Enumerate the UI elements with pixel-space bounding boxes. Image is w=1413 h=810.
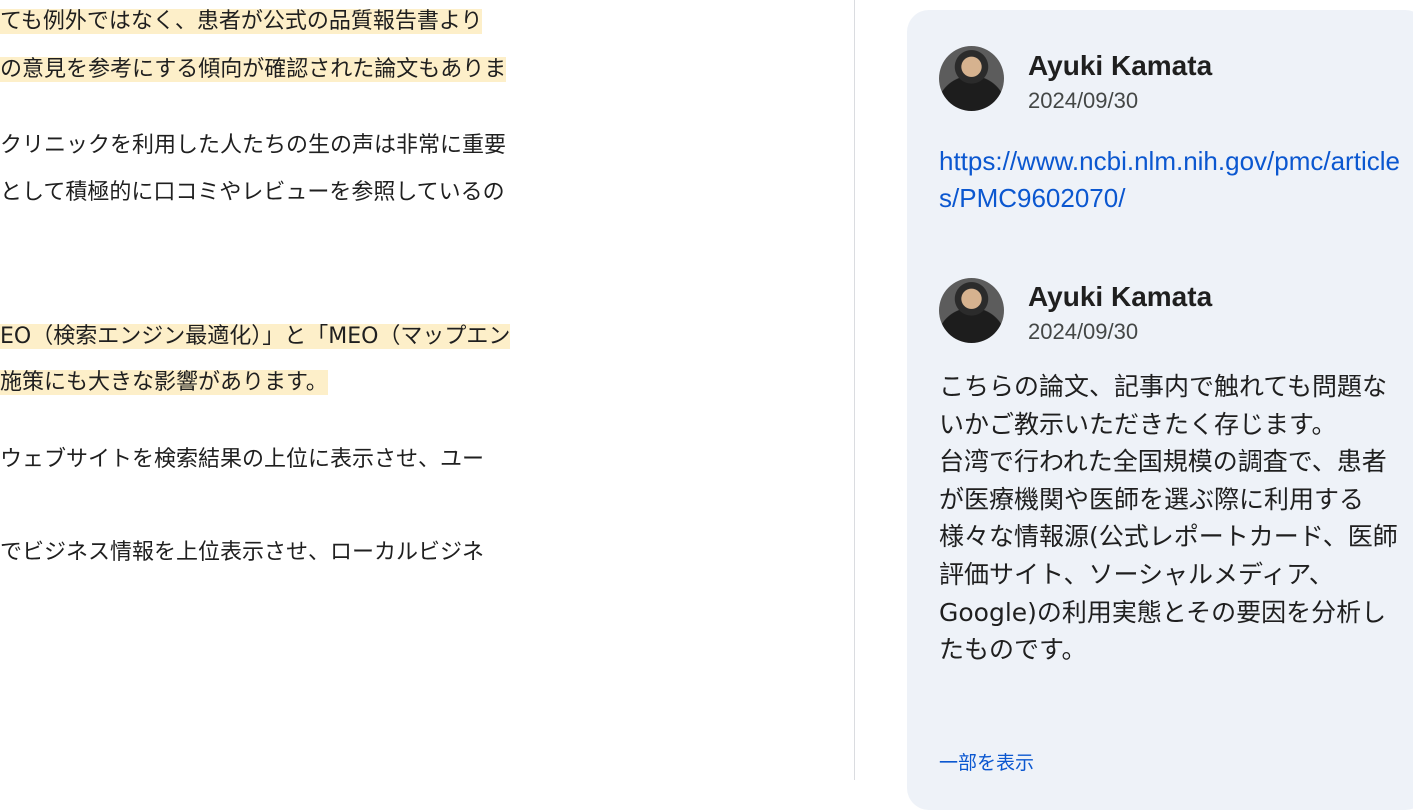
doc-line-text: として積極的に口コミやレビューを参照しているの <box>0 180 505 205</box>
doc-line-text: の意見を参考にする傾向が確認された論文もありま <box>0 57 507 82</box>
avatar <box>939 46 1004 111</box>
doc-line[interactable]: EO（検索エンジン最適化）」と「MEO（マップエン <box>0 319 511 355</box>
doc-line[interactable]: の意見を参考にする傾向が確認された論文もありま <box>0 52 507 88</box>
show-more-link[interactable]: 一部を表示 <box>939 748 1034 775</box>
document-page[interactable]: ても例外ではなく、患者が公式の品質報告書より の意見を参考にする傾向が確認された… <box>0 0 856 780</box>
doc-line[interactable]: ても例外ではなく、患者が公式の品質報告書より <box>0 4 483 40</box>
comments-panel: Ayuki Kamata 2024/09/30 https://www.ncbi… <box>855 0 1413 810</box>
comment-date: 2024/09/30 <box>1028 319 1139 344</box>
avatar <box>939 278 1004 343</box>
comment-link[interactable]: https://www.ncbi.nlm.nih.gov/pmc/article… <box>939 143 1409 217</box>
comment-author: Ayuki Kamata <box>1028 281 1213 312</box>
doc-line[interactable]: でビジネス情報を上位表示させ、ローカルビジネ <box>0 535 484 571</box>
doc-line[interactable]: として積極的に口コミやレビューを参照しているの <box>0 175 505 211</box>
doc-line-text: でビジネス情報を上位表示させ、ローカルビジネ <box>0 540 485 565</box>
doc-line-text: ても例外ではなく、患者が公式の品質報告書より <box>0 9 483 34</box>
comment-date: 2024/09/30 <box>1028 88 1139 113</box>
comment-author: Ayuki Kamata <box>1028 50 1213 81</box>
doc-line-text: クリニックを利用した人たちの生の声は非常に重要 <box>0 133 507 158</box>
doc-line[interactable]: ウェブサイトを検索結果の上位に表示させ、ユー <box>0 442 484 478</box>
doc-line[interactable]: 施策にも大きな影響があります。 <box>0 365 328 401</box>
comment-body: こちらの論文、記事内で触れても問題ないかご教示いただきたく存じます。 台湾で行わ… <box>939 372 1398 665</box>
doc-line-text: 施策にも大きな影響があります。 <box>0 370 328 395</box>
doc-line-text: ウェブサイトを検索結果の上位に表示させ、ユー <box>0 447 485 472</box>
comment-thread-card[interactable]: Ayuki Kamata 2024/09/30 https://www.ncbi… <box>907 10 1413 810</box>
doc-line-text: EO（検索エンジン最適化）」と「MEO（マップエン <box>0 324 511 349</box>
doc-line[interactable]: クリニックを利用した人たちの生の声は非常に重要 <box>0 128 506 164</box>
